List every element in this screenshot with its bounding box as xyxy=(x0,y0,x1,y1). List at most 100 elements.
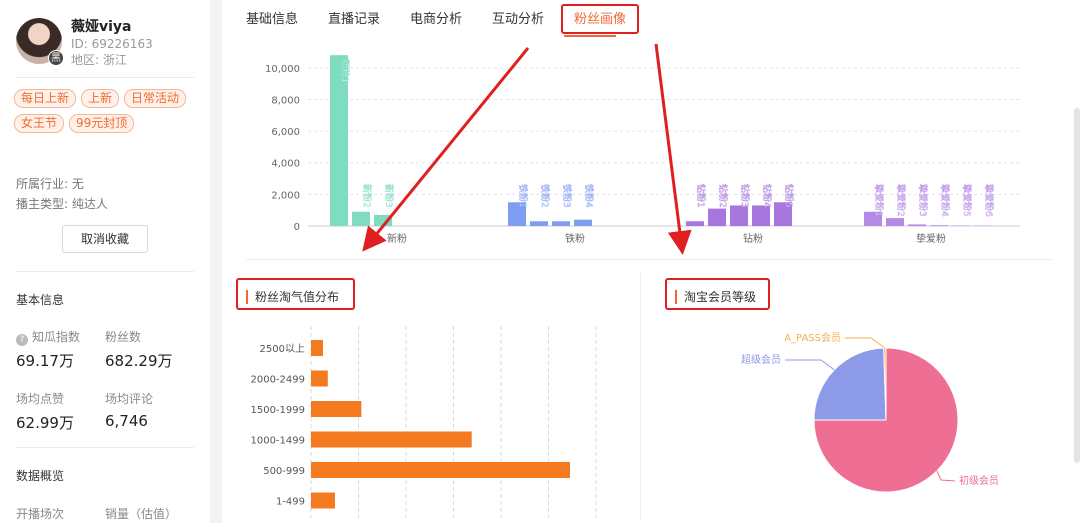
avg-likes-label: 场均点赞 xyxy=(16,392,65,406)
highlight-box-member xyxy=(665,278,770,310)
bar xyxy=(311,340,323,356)
bar-data-label: 铁粉1 xyxy=(517,184,529,208)
y-tick-label: 2,000 xyxy=(271,190,300,201)
avg-likes-value: 62.99万 xyxy=(16,414,74,432)
bar xyxy=(374,214,392,226)
fan-level-chart: 0 2,000 4,000 6,000 8,000 10,000 新粉1 新粉2 新粉3 新粉 铁粉… xyxy=(265,55,1020,245)
y-tick-label: 6,000 xyxy=(271,127,300,138)
bar-data-label: 钻粉4 xyxy=(761,184,773,208)
bar-data-label: 新粉3 xyxy=(383,184,395,208)
bar xyxy=(708,208,726,226)
sessions-label: 开播场次 xyxy=(16,507,65,521)
industry-text: 所属行业: 无 xyxy=(16,177,84,191)
bar-data-label: 新粉1 xyxy=(339,59,351,83)
bar-data-label: 钻粉2 xyxy=(717,184,729,208)
tag[interactable]: 上新 xyxy=(81,89,120,108)
y-tick-label: 8,000 xyxy=(271,95,300,106)
bar xyxy=(311,401,362,417)
highlight-box-tab xyxy=(561,4,639,34)
bar-data-label: 钻粉1 xyxy=(695,184,707,208)
x-tick-label: 挚爱粉 xyxy=(916,232,946,245)
bar-data-label: 钻粉3 xyxy=(739,184,751,208)
fans-count-value: 682.29万 xyxy=(105,352,173,370)
anchor-region: 地区: 浙江 xyxy=(71,53,127,67)
bar xyxy=(352,211,370,226)
data-overview-title: 数据概览 xyxy=(16,469,65,483)
bar-data-label: 钻粉5 xyxy=(783,184,795,208)
tag[interactable]: 女王节 xyxy=(14,114,65,133)
y-tick-label: 1-499 xyxy=(276,497,305,508)
bar-data-label: 挚爱粉3 xyxy=(917,184,929,217)
help-icon[interactable]: ? xyxy=(16,334,28,346)
bar-data-label: 挚爱粉2 xyxy=(895,184,907,217)
tab-bar: 基础信息 直播记录 电商分析 互动分析 粉丝画像 xyxy=(222,0,1080,38)
fans-count-label: 粉丝数 xyxy=(105,330,142,344)
avg-comments-value: 6,746 xyxy=(105,412,148,430)
pie-label: 超级会员 xyxy=(741,353,781,366)
anchor-id: ID: 69226163 xyxy=(71,37,153,51)
bar xyxy=(908,224,926,226)
bar xyxy=(930,225,948,226)
bar-data-label: 铁粉3 xyxy=(561,184,573,208)
active-tab-indicator xyxy=(564,35,616,37)
tab-interaction-analysis[interactable]: 互动分析 xyxy=(492,8,544,27)
bar-data-label: 新粉2 xyxy=(361,184,373,208)
bar xyxy=(311,462,571,478)
tab-basic-info[interactable]: 基础信息 xyxy=(246,8,298,27)
divider xyxy=(16,77,194,78)
bar xyxy=(552,221,570,226)
scrollbar[interactable] xyxy=(1074,108,1080,463)
taoqi-distribution-chart: 2500以上 2000-2499 1500-1999 1000-1499 500-999… xyxy=(250,326,597,518)
bar xyxy=(574,219,592,226)
avatar-badge: 黑 xyxy=(48,50,64,66)
bar-data-label: 铁粉2 xyxy=(539,184,551,208)
profile-card: 黑 薇娅viya ID: 69226163 地区: 浙江 xyxy=(16,18,153,68)
basic-info-title: 基本信息 xyxy=(16,293,65,307)
tag[interactable]: 日常活动 xyxy=(124,89,187,108)
bar-data-label: 挚爱粉6 xyxy=(983,184,995,217)
y-tick-label: 2000-2499 xyxy=(250,375,305,386)
bar-data-label: 挚爱粉5 xyxy=(961,184,973,217)
pie-slice xyxy=(813,347,887,421)
tab-ecommerce-analysis[interactable]: 电商分析 xyxy=(410,8,462,27)
bar xyxy=(311,492,335,509)
zhigua-index-value: 69.17万 xyxy=(16,352,74,370)
sidebar: 黑 薇娅viya ID: 69226163 地区: 浙江 每日上新 上新 日常活… xyxy=(0,0,210,523)
bar xyxy=(686,221,704,226)
bar-data-label: 铁粉4 xyxy=(583,184,595,208)
y-tick-label: 4,000 xyxy=(271,159,300,170)
y-tick-label: 10,000 xyxy=(265,64,300,75)
tag[interactable]: 99元封顶 xyxy=(69,114,135,133)
pie-label-line xyxy=(845,337,886,349)
avg-comments-label: 场均评论 xyxy=(105,392,154,406)
member-level-pie-chart: 初级会员 超级会员A_PASS会员 xyxy=(741,331,999,493)
section-divider xyxy=(246,259,1052,260)
x-tick-label: 新粉 xyxy=(387,232,407,245)
y-tick-label: 500-999 xyxy=(263,466,305,477)
bar xyxy=(311,431,472,448)
y-tick-label: 0 xyxy=(294,222,300,233)
y-tick-label: 1000-1499 xyxy=(250,436,305,447)
x-tick-label: 钻粉 xyxy=(743,232,763,245)
tag-list: 每日上新 上新 日常活动 女王节 99元封顶 xyxy=(14,89,204,139)
tab-live-records[interactable]: 直播记录 xyxy=(328,8,380,27)
bar-data-label: 挚爱粉1 xyxy=(873,184,885,217)
y-tick-label: 2500以上 xyxy=(260,343,305,355)
bar-data-label: 挚爱粉4 xyxy=(939,184,951,217)
bar xyxy=(730,205,748,226)
tag[interactable]: 每日上新 xyxy=(14,89,77,108)
bar xyxy=(311,370,328,387)
bar xyxy=(752,205,770,226)
highlight-box-taoqi xyxy=(236,278,355,310)
bar xyxy=(530,221,548,226)
anchor-name: 薇娅viya xyxy=(71,19,132,35)
sales-estimate-label: 销量（估值） xyxy=(105,507,178,521)
pie-label: A_PASS会员 xyxy=(784,331,841,344)
cancel-favorite-button[interactable]: 取消收藏 xyxy=(62,225,148,253)
avatar[interactable]: 黑 xyxy=(16,18,64,66)
zhigua-index-label: ? 知瓜指数 xyxy=(16,328,80,346)
x-tick-label: 铁粉 xyxy=(565,232,585,245)
divider xyxy=(16,271,194,272)
pie-label: 初级会员 xyxy=(959,474,999,487)
divider xyxy=(16,447,194,448)
